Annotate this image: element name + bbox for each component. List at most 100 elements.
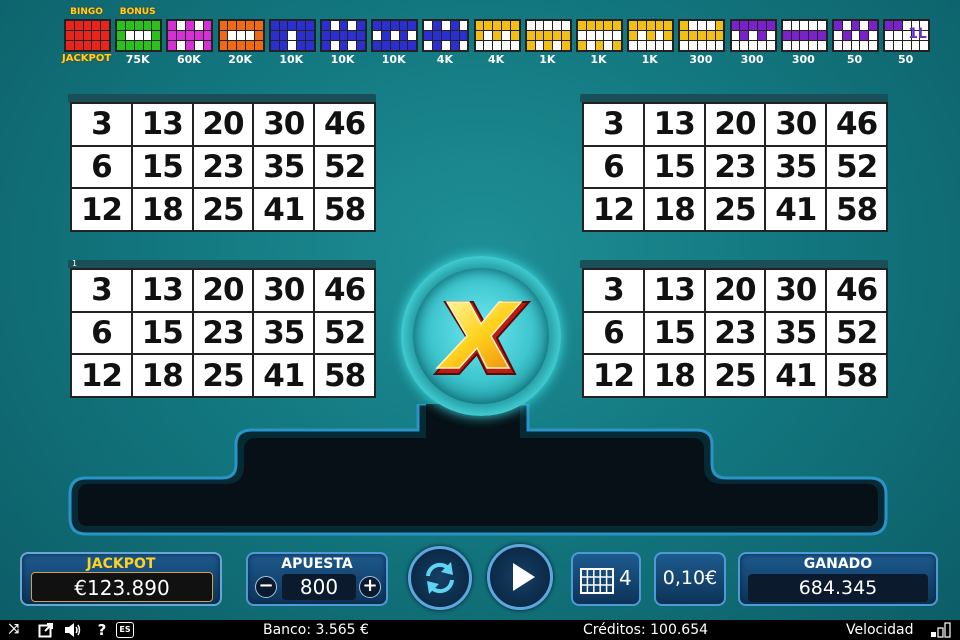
pattern-title: BINGO [70, 7, 103, 17]
paytable-pattern: 1L 50 [881, 6, 931, 68]
pattern-prize: JACKPOT [62, 53, 112, 64]
speed-label: Velocidad [846, 622, 914, 638]
paytable-pattern: 1K [625, 6, 675, 68]
pattern-prize: 1K [641, 53, 658, 66]
jackpot-value: €123.890 [31, 572, 213, 602]
pattern-prize: 10K [381, 53, 406, 66]
card-number-cell: 18 [644, 355, 704, 396]
play-button[interactable] [487, 544, 553, 610]
card-number-cell: 30 [254, 104, 314, 145]
pattern-grid [780, 19, 828, 52]
bet-panel: APUESTA − 800 + [246, 552, 388, 606]
card-number-cell: 35 [766, 312, 826, 354]
pattern-grid [473, 19, 521, 52]
bingo-card-bottom-left[interactable]: 1 3 13 20 30 46 6 15 23 35 52 12 18 25 41 58 [68, 260, 376, 398]
pattern-grid [217, 19, 265, 52]
card-number-cell: 6 [584, 312, 643, 354]
paytable-pattern: 300 [728, 6, 777, 68]
help-icon[interactable]: ? [94, 622, 110, 638]
external-link-icon[interactable] [38, 622, 54, 638]
card-number-cell: 20 [705, 104, 765, 145]
card-number-cell: 12 [72, 355, 131, 396]
pattern-grid [627, 19, 675, 52]
pattern-grid [320, 19, 367, 52]
bet-increase-button[interactable]: + [359, 576, 381, 598]
card-number-cell: 25 [193, 355, 253, 396]
speed-bars-icon[interactable] [930, 622, 952, 638]
card-number-cell: 46 [827, 270, 886, 311]
cards-count-button[interactable]: 4 [571, 552, 641, 606]
pattern-title [574, 7, 623, 17]
pattern-title: BONUS [119, 7, 156, 17]
card-number-cell: 13 [644, 270, 704, 311]
autoplay-button[interactable] [408, 546, 472, 610]
card-number-cell: 41 [254, 189, 314, 230]
card-number-cell: 52 [315, 146, 374, 188]
card-number-cell: 46 [315, 104, 374, 145]
pattern-title [164, 7, 213, 17]
card-number-cell: 58 [315, 189, 374, 230]
pattern-grid [524, 19, 572, 52]
card-number-cell: 30 [766, 104, 826, 145]
card-number-cell: 15 [132, 312, 192, 354]
paytable-pattern: 10K [267, 6, 316, 68]
bingo-card-top-left[interactable]: 3 13 20 30 46 6 15 23 35 52 12 18 25 41 58 [68, 94, 376, 232]
coin-value-button[interactable]: 0,10€ [654, 552, 726, 606]
pattern-title [523, 7, 572, 17]
pattern-title [881, 7, 930, 17]
paytable-pattern: BINGO JACKPOT [62, 6, 111, 68]
ball-tray [68, 404, 888, 536]
pattern-grid [576, 19, 623, 52]
card-number-cell: 13 [644, 104, 704, 145]
card-number-cell: 46 [827, 104, 886, 145]
won-value: 684.345 [748, 574, 928, 602]
card-number-cell: 18 [644, 189, 704, 230]
pattern-title [216, 7, 265, 17]
card-number-cell: 52 [827, 312, 886, 354]
card-number-cell: 13 [132, 104, 192, 145]
bet-decrease-button[interactable]: − [255, 576, 277, 598]
card-number-cell: 3 [72, 104, 131, 145]
card-number-cell: 46 [315, 270, 374, 311]
bingo-card-bottom-right[interactable]: 3 13 20 30 46 6 15 23 35 52 12 18 25 41 58 [580, 260, 888, 398]
pattern-prize: 75K [125, 53, 150, 66]
card-number-cell: 41 [766, 355, 826, 396]
refresh-icon [426, 562, 454, 594]
sound-icon[interactable] [64, 622, 81, 638]
card-number-cell: 18 [132, 189, 192, 230]
paytable-pattern: 10K [318, 6, 367, 68]
paytable-pattern: 1K [523, 6, 572, 68]
language-badge[interactable]: ES [116, 622, 134, 638]
pattern-grid [115, 19, 163, 52]
shuffle-icon[interactable]: ⤨ [6, 622, 22, 638]
card-number-cell: 13 [132, 270, 192, 311]
card-number-cell: 6 [72, 312, 131, 354]
pattern-grid [422, 19, 470, 52]
pattern-grid [729, 19, 777, 52]
card-number-cell: 35 [254, 312, 314, 354]
pattern-prize: 4K [488, 53, 505, 66]
card-number-cell: 6 [584, 146, 643, 188]
card-grid: 3 13 20 30 46 6 15 23 35 52 12 18 25 41 58 [582, 268, 888, 398]
card-number-cell: 12 [584, 355, 643, 396]
paytable-pattern: 300 [676, 6, 726, 68]
pattern-prize: 300 [740, 53, 764, 66]
credits-text: Créditos: 100.654 [583, 622, 709, 638]
bet-value: 800 [282, 574, 356, 600]
card-number-cell: 25 [193, 189, 253, 230]
card-number-cell: 25 [705, 355, 765, 396]
bingo-card-top-right[interactable]: 3 13 20 30 46 6 15 23 35 52 12 18 25 41 58 [580, 94, 888, 232]
card-number-cell: 58 [315, 355, 374, 396]
grid-icon [580, 568, 614, 594]
paytable-pattern: 300 [779, 6, 828, 68]
won-label: GANADO [803, 556, 873, 572]
pattern-title [472, 7, 521, 17]
pattern-title [830, 7, 879, 17]
card-tab [580, 260, 888, 268]
card-tab: 1 [68, 260, 376, 268]
card-number-cell: 23 [193, 312, 253, 354]
card-number-cell: 52 [315, 312, 374, 354]
card-grid: 3 13 20 30 46 6 15 23 35 52 12 18 25 41 58 [582, 102, 888, 232]
paytable-pattern: 4K [472, 6, 521, 68]
bet-label: APUESTA [281, 556, 353, 572]
